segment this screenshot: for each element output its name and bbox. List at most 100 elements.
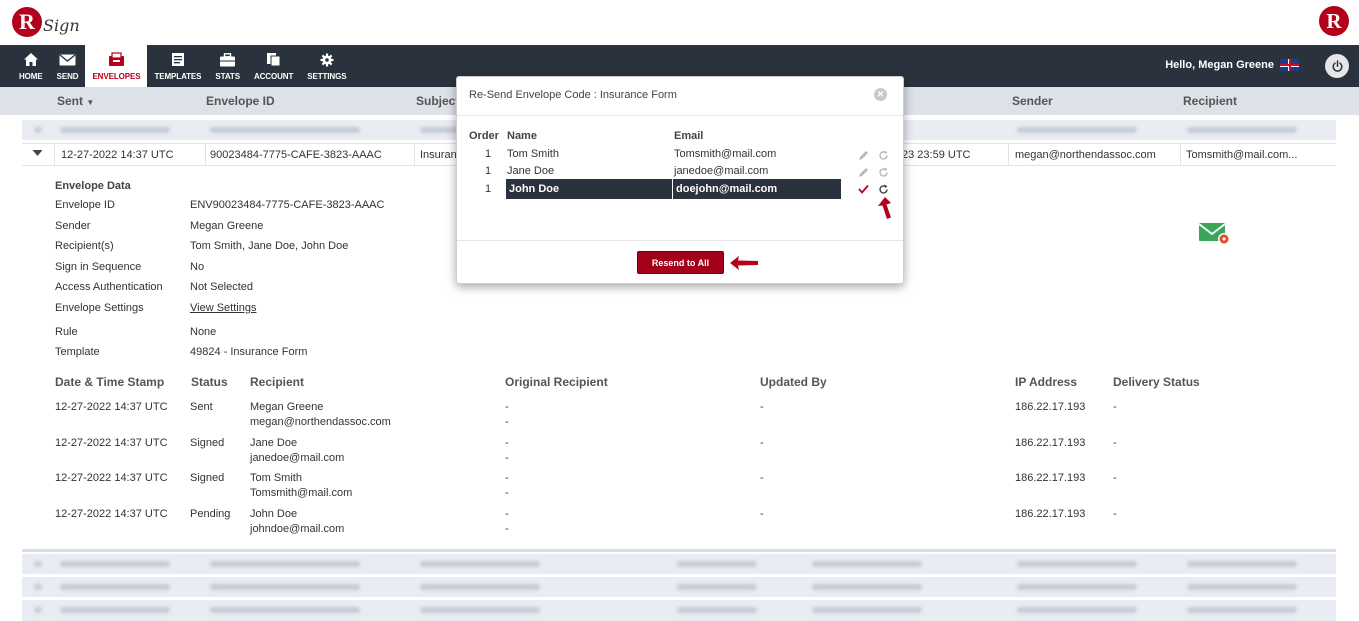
detail-label: Rule [55, 326, 78, 338]
nav-item-templates[interactable]: TEMPLATES [147, 45, 208, 87]
history-ip: 186.22.17.193 [1015, 401, 1086, 413]
history-date: 12-27-2022 14:37 UTC [55, 437, 168, 449]
brand-logo-right: R [1319, 6, 1349, 36]
column-header-envelope-id[interactable]: Envelope ID [206, 94, 275, 108]
history-date: 12-27-2022 14:37 UTC [55, 508, 168, 520]
recipient-edit-row [506, 179, 841, 199]
row-envelope-id: 90023484-7775-CAFE-3823-AAAC [210, 149, 382, 161]
recipient-name-input[interactable] [509, 181, 669, 197]
resend-envelope-icon[interactable] [1198, 221, 1232, 250]
view-settings-link[interactable]: View Settings [190, 302, 256, 314]
row-expiry: 23 23:59 UTC [902, 149, 971, 161]
rsign-logo[interactable]: R Sign [12, 6, 80, 38]
envelope-icon [59, 52, 77, 68]
pointer-arrow-icon [877, 195, 895, 224]
nav-item-settings[interactable]: SETTINGS [300, 45, 353, 87]
resend-refresh-icon[interactable] [877, 183, 889, 195]
edit-pencil-icon[interactable] [857, 166, 869, 178]
inbox-icon [107, 52, 125, 68]
document-icon [169, 52, 187, 68]
nav-item-account[interactable]: ACCOUNT [247, 45, 300, 87]
history-delivery: - [1113, 437, 1117, 449]
close-icon[interactable]: ✕ [874, 88, 887, 101]
dialog-divider [457, 115, 903, 116]
history-email: janedoe@mail.com [250, 452, 345, 464]
history-header-delivery: Delivery Status [1113, 375, 1200, 389]
modal-header-email: Email [674, 130, 704, 142]
column-header-subject[interactable]: Subject [416, 94, 459, 108]
history-header-status: Status [191, 375, 228, 389]
blurred-table-row[interactable] [22, 577, 1336, 597]
refresh-icon[interactable] [877, 149, 889, 161]
envelope-data-heading: Envelope Data [55, 180, 131, 192]
nav-label-stats: STATS [215, 71, 240, 81]
files-icon [265, 52, 283, 68]
recipient-name: Jane Doe [507, 165, 555, 177]
history-header-date: Date & Time Stamp [55, 375, 165, 389]
user-greeting[interactable]: Hello, Megan Greene [1165, 59, 1299, 71]
history-original: - [505, 508, 509, 520]
column-header-sender[interactable]: Sender [1012, 94, 1053, 108]
collapse-chevron-icon[interactable] [32, 148, 43, 160]
nav-item-envelopes[interactable]: ENVELOPES [85, 45, 148, 87]
edit-pencil-icon[interactable] [857, 149, 869, 161]
history-updated-by: - [760, 401, 764, 413]
history-header-ip: IP Address [1015, 375, 1078, 389]
history-ip: 186.22.17.193 [1015, 508, 1086, 520]
history-status: Signed [190, 437, 225, 449]
power-icon[interactable] [1325, 54, 1349, 78]
nav-item-stats[interactable]: STATS [208, 45, 247, 87]
history-date: 12-27-2022 14:37 UTC [55, 472, 168, 484]
history-email: megan@northendassoc.com [250, 416, 391, 428]
detail-value-access-auth: Not Selected [190, 281, 253, 293]
history-original: - [505, 452, 509, 464]
sort-caret-icon: ▼ [86, 98, 95, 107]
resend-to-all-button[interactable]: Resend to All [637, 251, 724, 274]
detail-value-sender: Megan Greene [190, 220, 264, 232]
recipient-email-input[interactable] [676, 181, 838, 197]
recipient-name: Tom Smith [507, 148, 559, 160]
history-status: Signed [190, 472, 225, 484]
column-header-recipient[interactable]: Recipient [1183, 94, 1237, 108]
row-subject: Insuran [420, 149, 457, 161]
nav-label-envelopes: ENVELOPES [92, 71, 141, 81]
nav-item-home[interactable]: HOME [12, 45, 50, 87]
detail-label: Sender [55, 220, 91, 232]
dialog-title: Re-Send Envelope Code : Insurance Form [469, 89, 677, 101]
modal-header-name: Name [507, 130, 537, 142]
nav-item-send[interactable]: SEND [50, 45, 86, 87]
nav-label-home: HOME [19, 71, 43, 81]
history-ip: 186.22.17.193 [1015, 472, 1086, 484]
history-updated-by: - [760, 472, 764, 484]
blurred-table-row[interactable] [22, 600, 1336, 621]
row-sent-date: 12-27-2022 14:37 UTC [61, 149, 174, 161]
history-date: 12-27-2022 14:37 UTC [55, 401, 168, 413]
history-delivery: - [1113, 472, 1117, 484]
logo-letter: R [12, 7, 42, 37]
history-header-original-recipient: Original Recipient [505, 375, 608, 389]
detail-value-envelope-id: ENV90023484-7775-CAFE-3823-AAAC [190, 199, 385, 211]
column-header-sent[interactable]: Sent ▼ [57, 94, 94, 108]
history-email: Tomsmith@mail.com [250, 487, 353, 499]
history-email: johndoe@mail.com [250, 523, 345, 535]
recipient-order: 1 [485, 165, 492, 177]
uk-flag-icon[interactable] [1280, 59, 1299, 71]
top-bar: R Sign R [0, 0, 1359, 45]
history-updated-by: - [760, 508, 764, 520]
detail-value-sign-in-sequence: No [190, 261, 205, 273]
confirm-check-icon[interactable] [857, 183, 869, 195]
nav-label-settings: SETTINGS [307, 71, 347, 81]
detail-value-recipients: Tom Smith, Jane Doe, John Doe [190, 240, 349, 252]
history-delivery: - [1113, 401, 1117, 413]
row-sender: megan@northendassoc.com [1015, 149, 1156, 161]
refresh-icon[interactable] [877, 166, 889, 178]
history-status: Sent [190, 401, 213, 413]
history-original: - [505, 487, 509, 499]
blurred-table-row[interactable] [22, 554, 1336, 574]
history-status: Pending [190, 508, 231, 520]
pointer-arrow-icon [729, 255, 759, 274]
history-original: - [505, 523, 509, 535]
detail-value-rule: None [190, 326, 217, 338]
nav-label-templates: TEMPLATES [154, 71, 202, 81]
row-recipient: Tomsmith@mail.com... [1186, 149, 1298, 161]
